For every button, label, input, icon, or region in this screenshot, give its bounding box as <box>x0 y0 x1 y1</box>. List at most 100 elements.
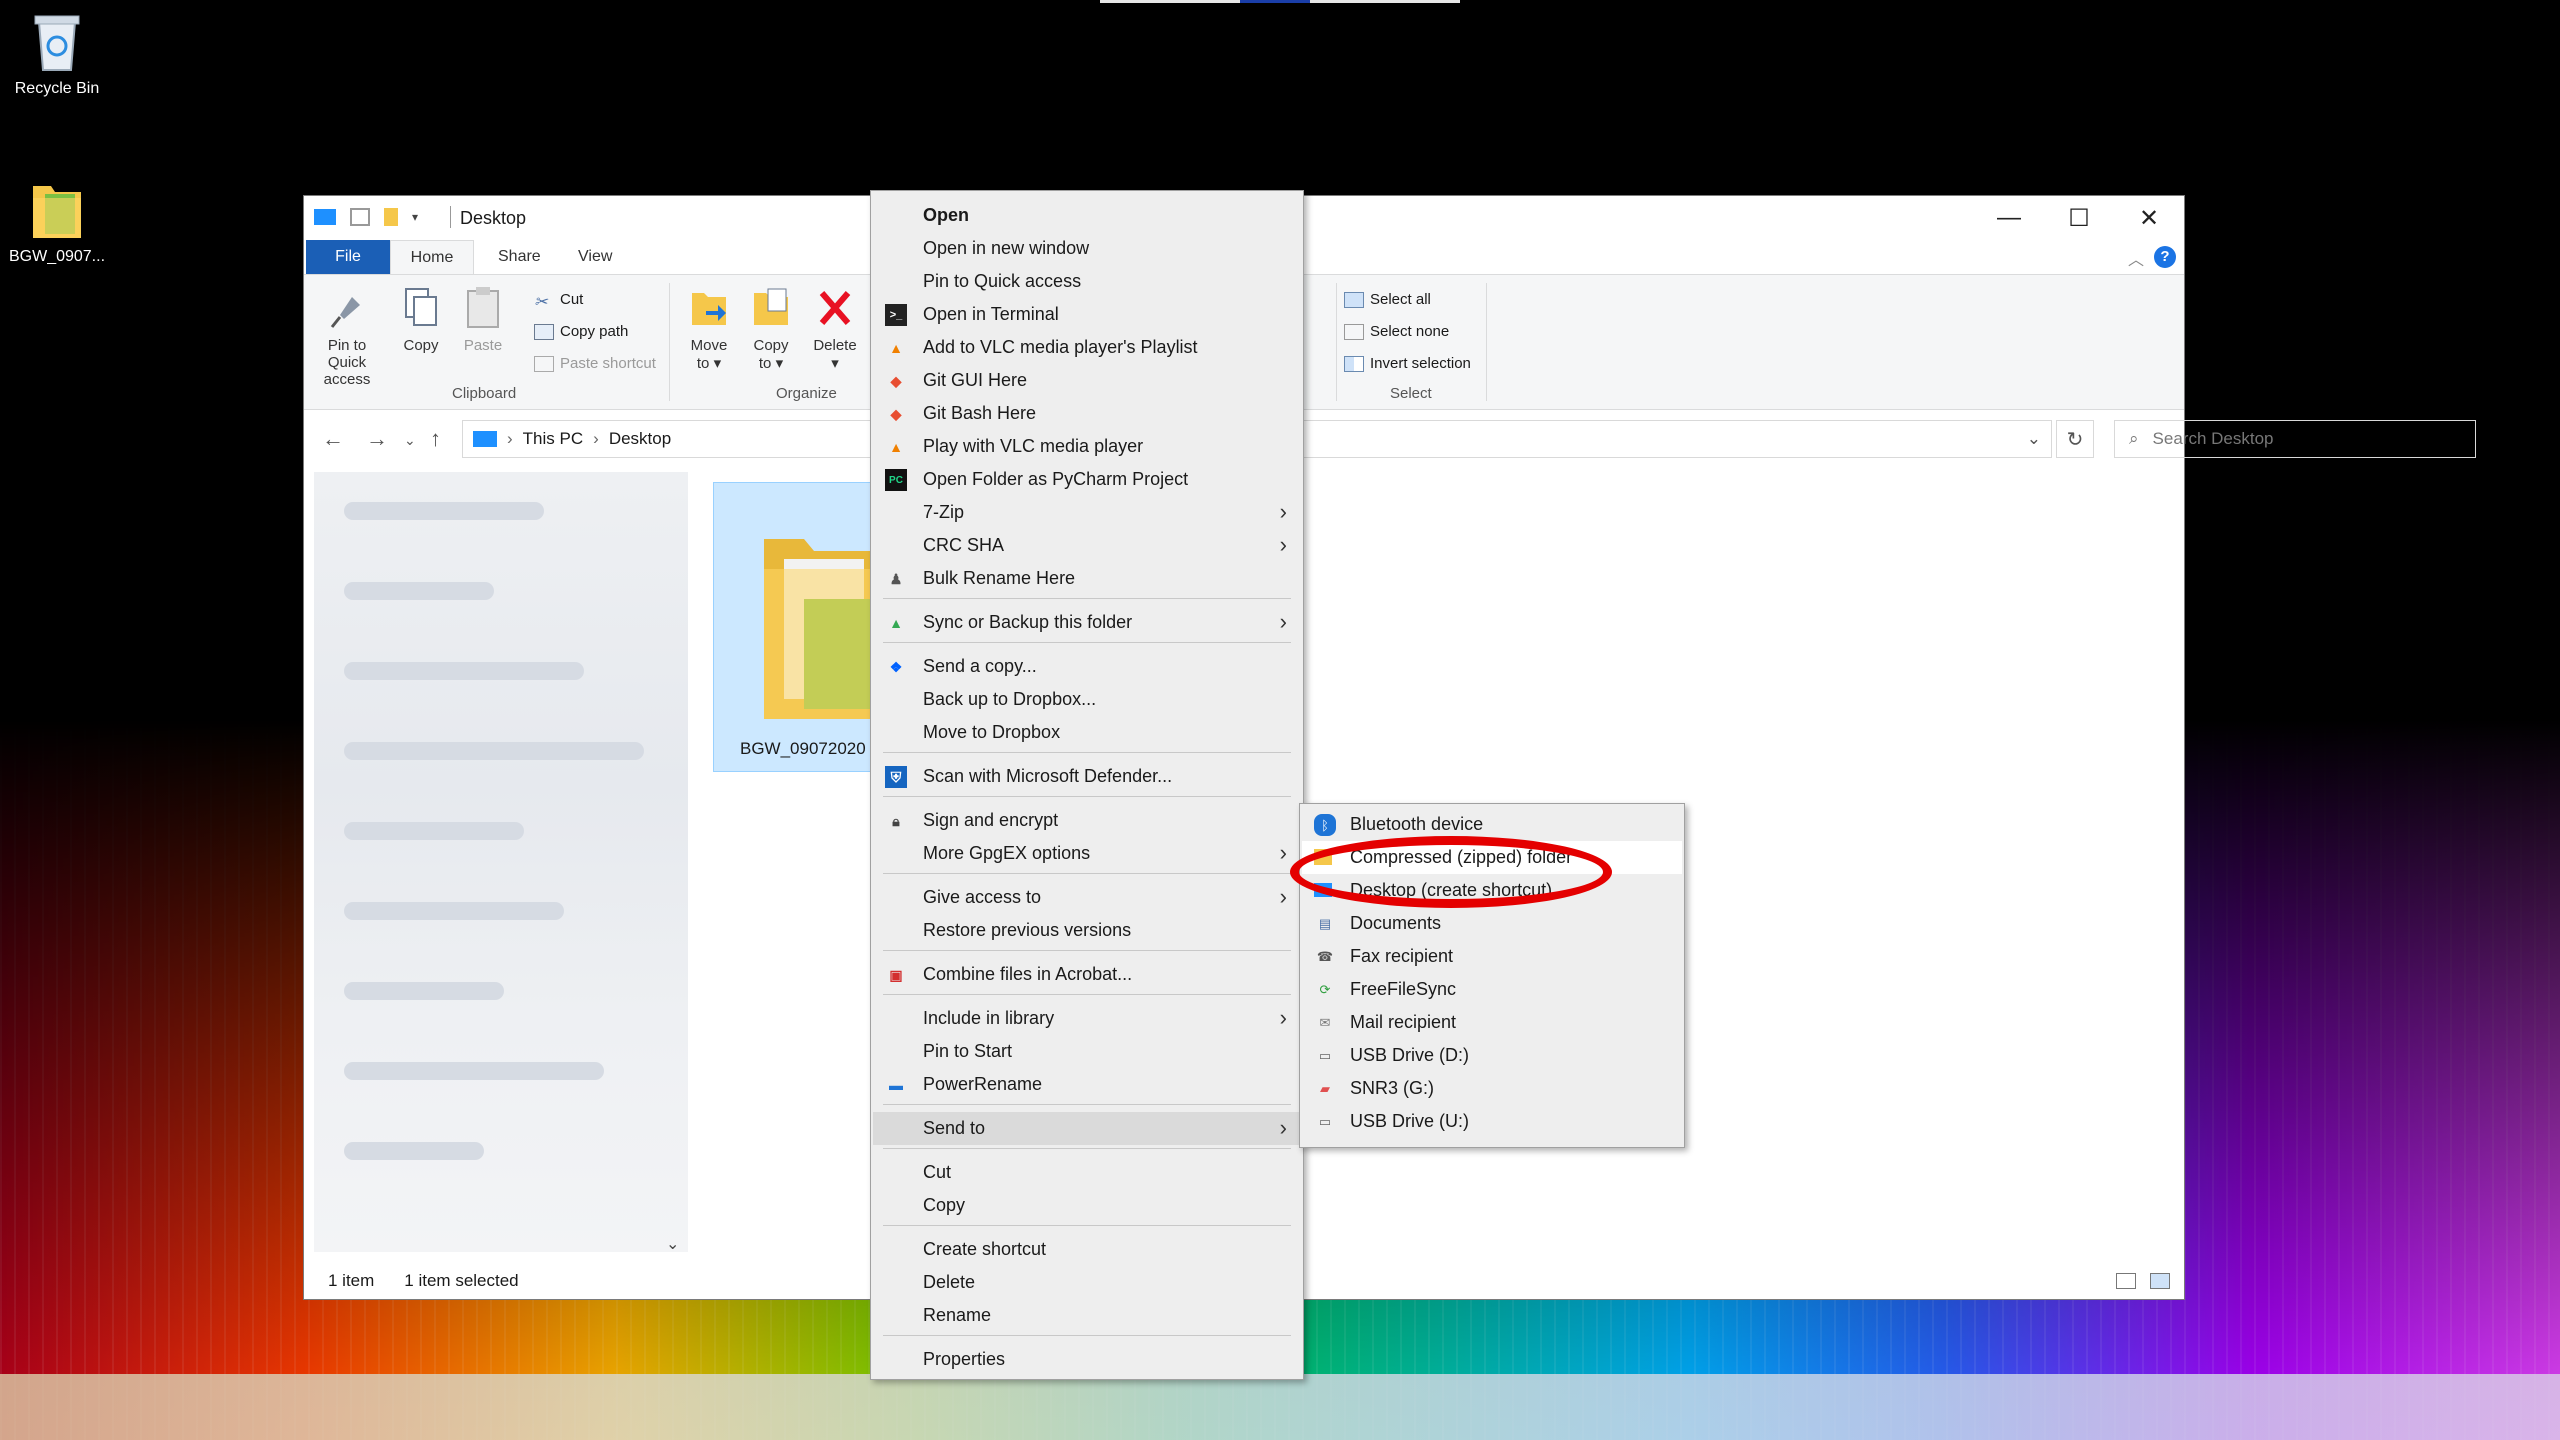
menu-item-give-access[interactable]: Give access to › <box>873 881 1301 914</box>
move-to-button[interactable]: Move to ▾ <box>684 285 734 372</box>
view-buttons <box>2116 1273 2170 1289</box>
menu-item-defender-scan[interactable]: ⛨ Scan with Microsoft Defender... <box>873 760 1301 793</box>
red-circle-annotation <box>1290 836 1612 908</box>
menu-item-7zip[interactable]: 7-Zip › <box>873 496 1301 529</box>
maximize-button[interactable]: ☐ <box>2044 196 2114 240</box>
recent-locations-icon[interactable]: ⌄ <box>404 432 416 449</box>
send-to-bluetooth[interactable]: ᛒ Bluetooth device <box>1302 808 1682 841</box>
copy-to-label: Copy <box>753 337 789 354</box>
menu-item-bulk-rename[interactable]: ♟ Bulk Rename Here <box>873 562 1301 595</box>
menu-item-pin-quick-access[interactable]: Pin to Quick access <box>873 265 1301 298</box>
menu-item-open-terminal[interactable]: >_ Open in Terminal <box>873 298 1301 331</box>
menu-separator <box>883 1225 1291 1226</box>
desktop-icon-recycle-bin[interactable]: Recycle Bin <box>2 10 112 98</box>
folder-icon <box>764 509 874 719</box>
tab-share[interactable]: Share <box>484 240 555 274</box>
menu-item-restore-versions[interactable]: Restore previous versions <box>873 914 1301 947</box>
menu-item-send-copy[interactable]: ❖ Send a copy... <box>873 650 1301 683</box>
paste-shortcut-button[interactable]: Paste shortcut <box>534 355 656 372</box>
menu-item-pycharm[interactable]: PC Open Folder as PyCharm Project <box>873 463 1301 496</box>
refresh-icon[interactable]: ↻ <box>2056 420 2094 458</box>
menu-item-create-shortcut[interactable]: Create shortcut <box>873 1233 1301 1266</box>
send-to-mail[interactable]: ✉ Mail recipient <box>1302 1006 1682 1039</box>
menu-item-powerrename[interactable]: ▬ PowerRename <box>873 1068 1301 1101</box>
tab-home[interactable]: Home <box>390 240 474 274</box>
scissors-icon: ✂ <box>534 293 548 311</box>
menu-item-vlc-play[interactable]: ▲ Play with VLC media player <box>873 430 1301 463</box>
send-to-usb-u[interactable]: ▭ USB Drive (U:) <box>1302 1105 1682 1138</box>
ribbon-separator <box>1336 283 1337 401</box>
search-input[interactable]: ⌕ Search Desktop <box>2114 420 2476 458</box>
tab-file[interactable]: File <box>306 240 390 274</box>
customize-toolbar-icon[interactable]: ▾ <box>412 210 418 224</box>
menu-item-combine-acrobat[interactable]: ▣ Combine files in Acrobat... <box>873 958 1301 991</box>
menu-item-git-gui[interactable]: ◆ Git GUI Here <box>873 364 1301 397</box>
menu-item-pin-start[interactable]: Pin to Start <box>873 1035 1301 1068</box>
menu-item-cut[interactable]: Cut <box>873 1156 1301 1189</box>
menu-item-crc-sha[interactable]: CRC SHA › <box>873 529 1301 562</box>
invert-selection-button[interactable]: Invert selection <box>1344 355 1471 372</box>
pin-to-quick-access-button[interactable]: Pin to Quick access <box>312 285 382 388</box>
recycle-bin-icon <box>29 10 85 74</box>
drive-icon: ▰ <box>1320 1081 1330 1096</box>
menu-item-backup-dropbox[interactable]: Back up to Dropbox... <box>873 683 1301 716</box>
collapse-ribbon-icon[interactable]: ︿ <box>2128 246 2144 270</box>
copy-path-button[interactable]: Copy path <box>534 323 628 340</box>
menu-item-sync-backup[interactable]: ▲ Sync or Backup this folder › <box>873 606 1301 639</box>
menu-item-vlc-playlist[interactable]: ▲ Add to VLC media player's Playlist <box>873 331 1301 364</box>
copy-button[interactable]: Copy <box>396 285 446 354</box>
paste-button[interactable]: Paste <box>458 285 508 354</box>
send-to-fax[interactable]: ☎ Fax recipient <box>1302 940 1682 973</box>
file-item-selected[interactable]: BGW_09072020 <box>713 482 874 772</box>
submenu-chevron-icon: › <box>1279 499 1287 524</box>
scroll-down-icon[interactable]: ⌄ <box>666 1234 679 1254</box>
close-button[interactable]: ✕ <box>2114 196 2184 240</box>
send-to-documents[interactable]: ▤ Documents <box>1302 907 1682 940</box>
send-to-usb-d[interactable]: ▭ USB Drive (D:) <box>1302 1039 1682 1072</box>
move-label-2: to ▾ <box>696 355 722 372</box>
menu-item-delete[interactable]: Delete <box>873 1266 1301 1299</box>
usb-drive-icon: ▭ <box>1318 1114 1332 1129</box>
help-icon[interactable]: ? <box>2154 246 2176 268</box>
menu-item-move-dropbox[interactable]: Move to Dropbox <box>873 716 1301 749</box>
minimize-button[interactable]: — <box>1974 196 2044 240</box>
details-view-icon[interactable] <box>2116 1273 2136 1289</box>
select-all-button[interactable]: Select all <box>1344 291 1431 308</box>
delete-dropdown-icon: ▾ <box>831 355 839 372</box>
clipboard-group-label: Clipboard <box>452 385 517 402</box>
up-arrow-icon[interactable]: ↑ <box>430 426 441 452</box>
send-to-freefilesync[interactable]: ⟳ FreeFileSync <box>1302 973 1682 1006</box>
menu-item-properties[interactable]: Properties <box>873 1343 1301 1376</box>
menu-item-gpgex-options[interactable]: More GpgEX options › <box>873 837 1301 870</box>
large-icons-view-icon[interactable] <box>2150 1273 2170 1289</box>
menu-item-git-bash[interactable]: ◆ Git Bash Here <box>873 397 1301 430</box>
menu-item-send-to[interactable]: Send to › <box>873 1112 1301 1145</box>
send-to-snr3-g[interactable]: ▰ SNR3 (G:) <box>1302 1072 1682 1105</box>
copy-to-button[interactable]: Copy to ▾ <box>746 285 796 372</box>
properties-icon[interactable] <box>350 208 370 226</box>
navigation-pane[interactable] <box>314 472 688 1252</box>
search-icon: ⌕ <box>2129 429 2139 448</box>
menu-item-open[interactable]: Open <box>873 199 1301 232</box>
address-dropdown-icon[interactable]: ⌄ <box>2027 429 2041 449</box>
menu-item-rename[interactable]: Rename <box>873 1299 1301 1332</box>
menu-item-sign-encrypt[interactable]: 🔒︎ Sign and encrypt <box>873 804 1301 837</box>
desktop-icon-folder[interactable]: BGW_0907... <box>2 178 112 266</box>
delete-button[interactable]: Delete ▾ <box>810 285 860 372</box>
menu-item-open-new-window[interactable]: Open in new window <box>873 232 1301 265</box>
select-none-button[interactable]: Select none <box>1344 323 1449 340</box>
breadcrumb-desktop[interactable]: Desktop <box>609 429 671 449</box>
breadcrumb-this-pc[interactable]: This PC <box>523 429 583 449</box>
quick-access-toolbar: ▾ <box>314 208 418 226</box>
paste-shortcut-label: Paste shortcut <box>560 355 656 372</box>
copy-label: Copy <box>403 337 439 354</box>
back-arrow-icon[interactable]: ← <box>322 426 344 452</box>
menu-item-copy[interactable]: Copy <box>873 1189 1301 1222</box>
new-folder-icon[interactable] <box>384 208 398 226</box>
paste-icon <box>462 285 504 331</box>
cut-button[interactable]: ✂ Cut <box>534 291 583 311</box>
menu-item-include-library[interactable]: Include in library › <box>873 1002 1301 1035</box>
select-all-label: Select all <box>1370 291 1431 308</box>
tab-view[interactable]: View <box>564 240 626 274</box>
forward-arrow-icon[interactable]: → <box>366 426 388 452</box>
